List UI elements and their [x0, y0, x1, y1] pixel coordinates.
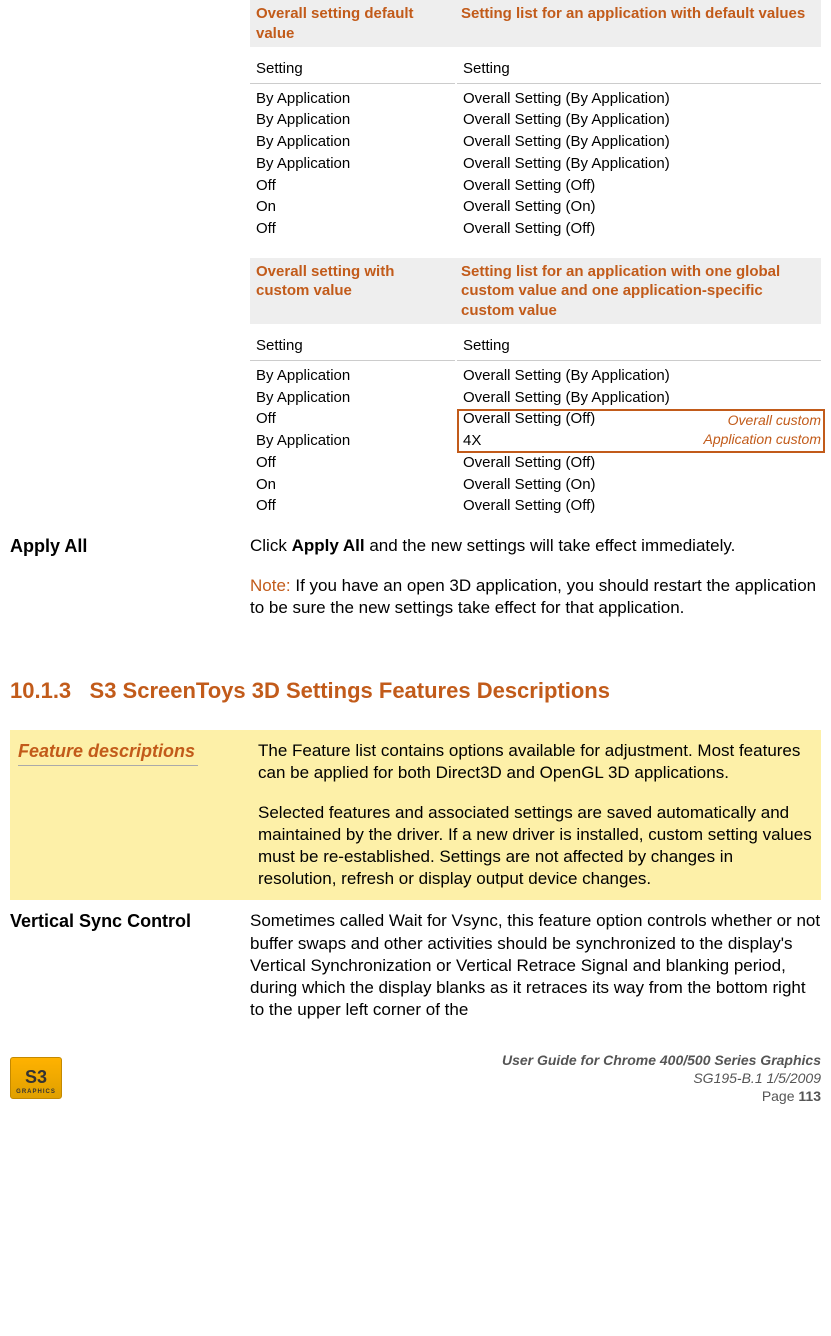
note-label: Note:	[250, 576, 291, 595]
list-item: Overall Setting (By Application)	[463, 88, 815, 110]
apply-all-note: Note: If you have an open 3D application…	[250, 575, 821, 619]
app-custom-list: Overall Setting (By Application) Overall…	[457, 361, 821, 521]
feature-desc-p2: Selected features and associated setting…	[258, 802, 813, 890]
list-item: Overall Setting (On)	[463, 196, 815, 218]
overall-default-list: By Application By Application By Applica…	[250, 84, 455, 244]
app-default-header: Setting list for an application with def…	[455, 0, 821, 47]
apply-all-label: Apply All	[10, 535, 238, 558]
text: Click	[250, 536, 292, 555]
footer-text: User Guide for Chrome 400/500 Series Gra…	[502, 1051, 821, 1106]
list-item: By Application	[256, 430, 449, 452]
section-title: S3 ScreenToys 3D Settings Features Descr…	[90, 678, 610, 703]
list-item: By Application	[256, 365, 449, 387]
callout-overall-custom: Overall custom	[703, 411, 821, 431]
text: and the new settings will take effect im…	[365, 536, 736, 555]
list-item: By Application	[256, 153, 449, 175]
list-item: Off	[256, 175, 449, 197]
page-number: 113	[798, 1088, 821, 1104]
list-item: Off	[256, 408, 449, 430]
callout-application-custom: Application custom	[703, 430, 821, 450]
list-item: By Application	[256, 387, 449, 409]
app-custom-header: Setting list for an application with one…	[455, 258, 821, 325]
setting-col-header: Setting	[457, 55, 821, 84]
footer-title: User Guide for Chrome 400/500 Series Gra…	[502, 1051, 821, 1069]
note-body: If you have an open 3D application, you …	[250, 576, 816, 617]
list-item: Overall Setting (By Application)	[463, 131, 815, 153]
feature-desc-p1: The Feature list contains options availa…	[258, 740, 813, 784]
list-item: By Application	[256, 131, 449, 153]
logo-text: S3	[25, 1066, 47, 1089]
setting-col-header: Setting	[250, 55, 455, 84]
custom-callout-box: Overall custom Application custom	[457, 409, 825, 453]
list-item: Overall Setting (By Application)	[463, 387, 815, 409]
vsync-label: Vertical Sync Control	[10, 910, 238, 933]
list-item: By Application	[256, 88, 449, 110]
vsync-body: Sometimes called Wait for Vsync, this fe…	[250, 910, 821, 1020]
list-item: Overall Setting (Off)	[463, 452, 815, 474]
section-number: 10.1.3	[10, 678, 71, 703]
overall-custom-list: By Application By Application Off By App…	[250, 361, 455, 521]
list-item: Overall Setting (Off)	[463, 175, 815, 197]
list-item: Overall Setting (Off)	[463, 495, 815, 517]
list-item: Overall Setting (On)	[463, 474, 815, 496]
list-item: Overall Setting (By Application)	[463, 109, 815, 131]
list-item: Overall Setting (Off)	[463, 218, 815, 240]
list-item: Off	[256, 452, 449, 474]
feature-descriptions-label: Feature descriptions	[18, 740, 198, 766]
setting-col-header: Setting	[250, 332, 455, 361]
list-item: Overall Setting (By Application)	[463, 153, 815, 175]
list-item: Off	[256, 218, 449, 240]
list-item: Overall Setting (By Application)	[463, 365, 815, 387]
overall-custom-header: Overall setting with custom value	[250, 258, 455, 325]
setting-col-header: Setting	[457, 332, 821, 361]
list-item: On	[256, 474, 449, 496]
overall-default-header: Overall setting default value	[250, 0, 455, 47]
app-default-list: Overall Setting (By Application) Overall…	[457, 84, 821, 244]
list-item: Off	[256, 495, 449, 517]
logo-subtext: GRAPHICS	[16, 1089, 56, 1097]
page-label: Page	[762, 1088, 799, 1104]
footer-doc-id: SG195-B.1 1/5/2009	[502, 1069, 821, 1087]
list-item: On	[256, 196, 449, 218]
section-heading: 10.1.3 S3 ScreenToys 3D Settings Feature…	[10, 677, 821, 706]
list-item: By Application	[256, 109, 449, 131]
apply-all-body: Click Apply All and the new settings wil…	[250, 535, 821, 557]
s3-logo: S3 GRAPHICS	[10, 1057, 62, 1099]
apply-all-inline-bold: Apply All	[292, 536, 365, 555]
